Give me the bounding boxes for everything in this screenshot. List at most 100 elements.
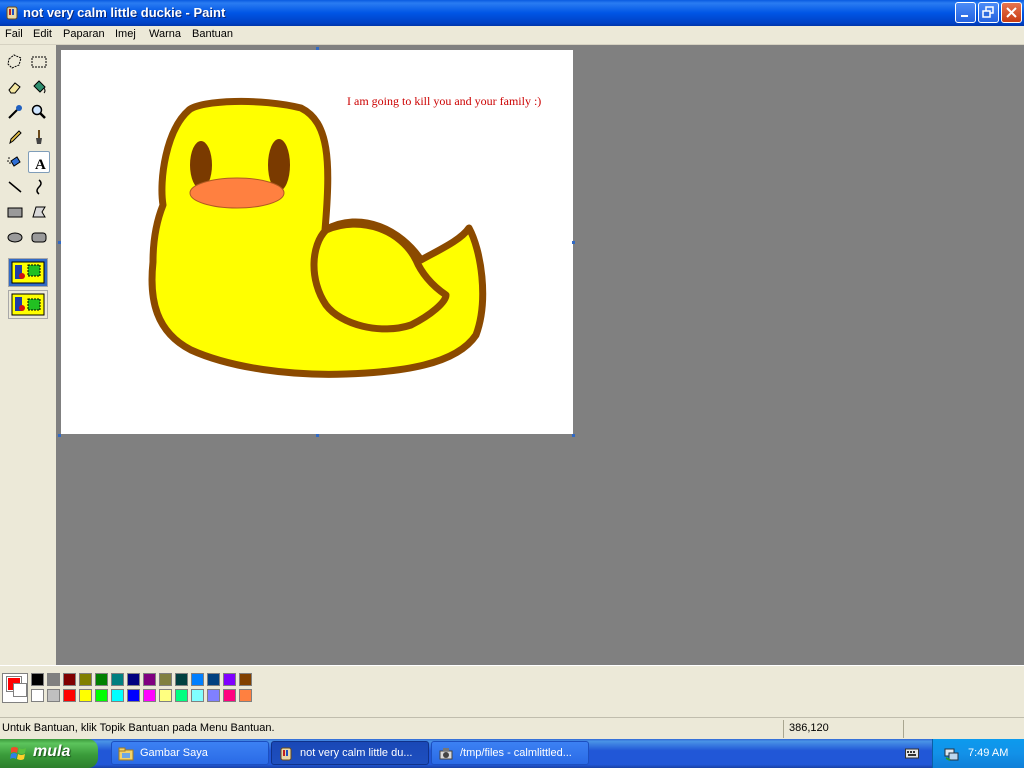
palette-swatch[interactable]: [47, 689, 60, 702]
palette-swatch[interactable]: [111, 689, 124, 702]
palette-swatch[interactable]: [111, 673, 124, 686]
resize-handle-left: [58, 241, 61, 244]
palette-swatch[interactable]: [207, 673, 220, 686]
minimize-button[interactable]: [955, 2, 976, 23]
opaque-background-option[interactable]: [8, 258, 48, 287]
menu-bantuan[interactable]: Bantuan: [192, 28, 233, 40]
airbrush-tool[interactable]: [4, 151, 26, 173]
taskbar-item-label: /tmp/files - calmlittled...: [460, 747, 572, 759]
palette-swatch[interactable]: [95, 673, 108, 686]
close-icon: [1006, 7, 1017, 18]
polygon-icon: [32, 206, 46, 218]
palette-swatch[interactable]: [159, 673, 172, 686]
folder-icon: [118, 747, 134, 761]
palette-swatch[interactable]: [143, 673, 156, 686]
menu-bar: Fail Edit Paparan Imej Warna Bantuan: [0, 26, 1024, 45]
file-browser-icon: [439, 748, 453, 760]
cursor-coordinates: 386,120: [789, 722, 829, 734]
rectangle-icon: [7, 207, 23, 218]
start-button[interactable]: mula: [0, 739, 98, 768]
clock[interactable]: 7:49 AM: [968, 747, 1008, 759]
palette-swatch[interactable]: [223, 673, 236, 686]
menu-warna[interactable]: Warna: [149, 28, 181, 40]
taskbar-item-gambar-saya[interactable]: Gambar Saya: [111, 741, 269, 765]
palette-swatch[interactable]: [63, 673, 76, 686]
background-color: [13, 683, 27, 697]
close-button[interactable]: [1001, 2, 1022, 23]
rectangle-select-tool[interactable]: [28, 51, 50, 73]
free-form-select-icon: [7, 54, 22, 69]
ellipse-tool[interactable]: [4, 226, 26, 248]
resize-handle-right[interactable]: [572, 241, 575, 244]
menu-fail[interactable]: Fail: [5, 28, 23, 40]
palette-swatch[interactable]: [47, 673, 60, 686]
palette-swatch[interactable]: [143, 689, 156, 702]
drawing-canvas[interactable]: I am going to kill you and your family :…: [61, 50, 573, 434]
canvas-text: I am going to kill you and your family :…: [347, 94, 542, 108]
pick-color-tool[interactable]: [4, 101, 26, 123]
palette-swatch[interactable]: [159, 689, 172, 702]
taskbar-item-paint[interactable]: not very calm little du...: [271, 741, 429, 765]
windows-logo-icon: [10, 747, 26, 760]
opaque-background-icon: [11, 261, 45, 284]
airbrush-icon: [7, 156, 21, 167]
eraser-tool[interactable]: [4, 76, 26, 98]
network-icon[interactable]: [943, 746, 959, 762]
resize-handle-bottom-left: [58, 434, 61, 437]
palette-swatch[interactable]: [207, 689, 220, 702]
menu-imej[interactable]: Imej: [115, 28, 136, 40]
magnifier-tool[interactable]: [28, 101, 50, 123]
resize-handle-corner[interactable]: [572, 434, 575, 437]
polygon-tool[interactable]: [28, 201, 50, 223]
rectangle-tool[interactable]: [4, 201, 26, 223]
palette-swatch[interactable]: [63, 689, 76, 702]
palette-swatch[interactable]: [31, 689, 44, 702]
palette-swatch[interactable]: [191, 673, 204, 686]
paint-icon: [280, 747, 292, 761]
palette-swatch[interactable]: [127, 689, 140, 702]
restore-button[interactable]: [978, 2, 999, 23]
resize-handle-bottom[interactable]: [316, 434, 319, 437]
eyedropper-icon: [8, 105, 22, 119]
menu-paparan[interactable]: Paparan: [63, 28, 105, 40]
paint-bucket-icon: [33, 80, 46, 94]
paint-icon: [6, 6, 18, 20]
magnifier-icon: [31, 104, 46, 119]
status-bar: Untuk Bantuan, klik Topik Bantuan pada M…: [0, 717, 1024, 740]
pencil-tool[interactable]: [4, 126, 26, 148]
current-colors: [2, 673, 28, 703]
line-tool[interactable]: [4, 176, 26, 198]
keyboard-icon[interactable]: [905, 747, 919, 760]
free-form-select-tool[interactable]: [4, 51, 26, 73]
text-tool[interactable]: A: [28, 151, 50, 173]
palette-swatch[interactable]: [127, 673, 140, 686]
palette-swatch[interactable]: [79, 673, 92, 686]
curve-tool[interactable]: [28, 176, 50, 198]
taskbar-item-file-browser[interactable]: /tmp/files - calmlittled...: [431, 741, 589, 765]
menu-edit[interactable]: Edit: [33, 28, 52, 40]
palette-swatch[interactable]: [79, 689, 92, 702]
text-icon: A: [35, 157, 46, 172]
taskbar-item-label: Gambar Saya: [140, 747, 208, 759]
rounded-rectangle-icon: [31, 232, 47, 243]
palette-swatch[interactable]: [175, 689, 188, 702]
palette-swatch[interactable]: [31, 673, 44, 686]
rounded-rectangle-tool[interactable]: [28, 226, 50, 248]
palette-swatch[interactable]: [223, 689, 236, 702]
palette-swatch[interactable]: [239, 673, 252, 686]
status-divider: [783, 720, 784, 738]
brush-icon: [36, 130, 42, 144]
start-label: mula: [33, 743, 71, 760]
palette-swatch[interactable]: [175, 673, 188, 686]
ellipse-icon: [7, 232, 23, 243]
restore-icon: [982, 6, 994, 18]
title-bar[interactable]: not very calm little duckie - Paint: [0, 0, 1024, 26]
palette-swatch[interactable]: [191, 689, 204, 702]
palette-swatch[interactable]: [239, 689, 252, 702]
fill-with-color-tool[interactable]: [28, 76, 50, 98]
transparent-background-icon: [11, 293, 45, 316]
transparent-background-option[interactable]: [8, 290, 48, 319]
palette-swatch[interactable]: [95, 689, 108, 702]
brush-tool[interactable]: [28, 126, 50, 148]
taskbar: mula Gambar Saya not very calm little du…: [0, 739, 1024, 768]
